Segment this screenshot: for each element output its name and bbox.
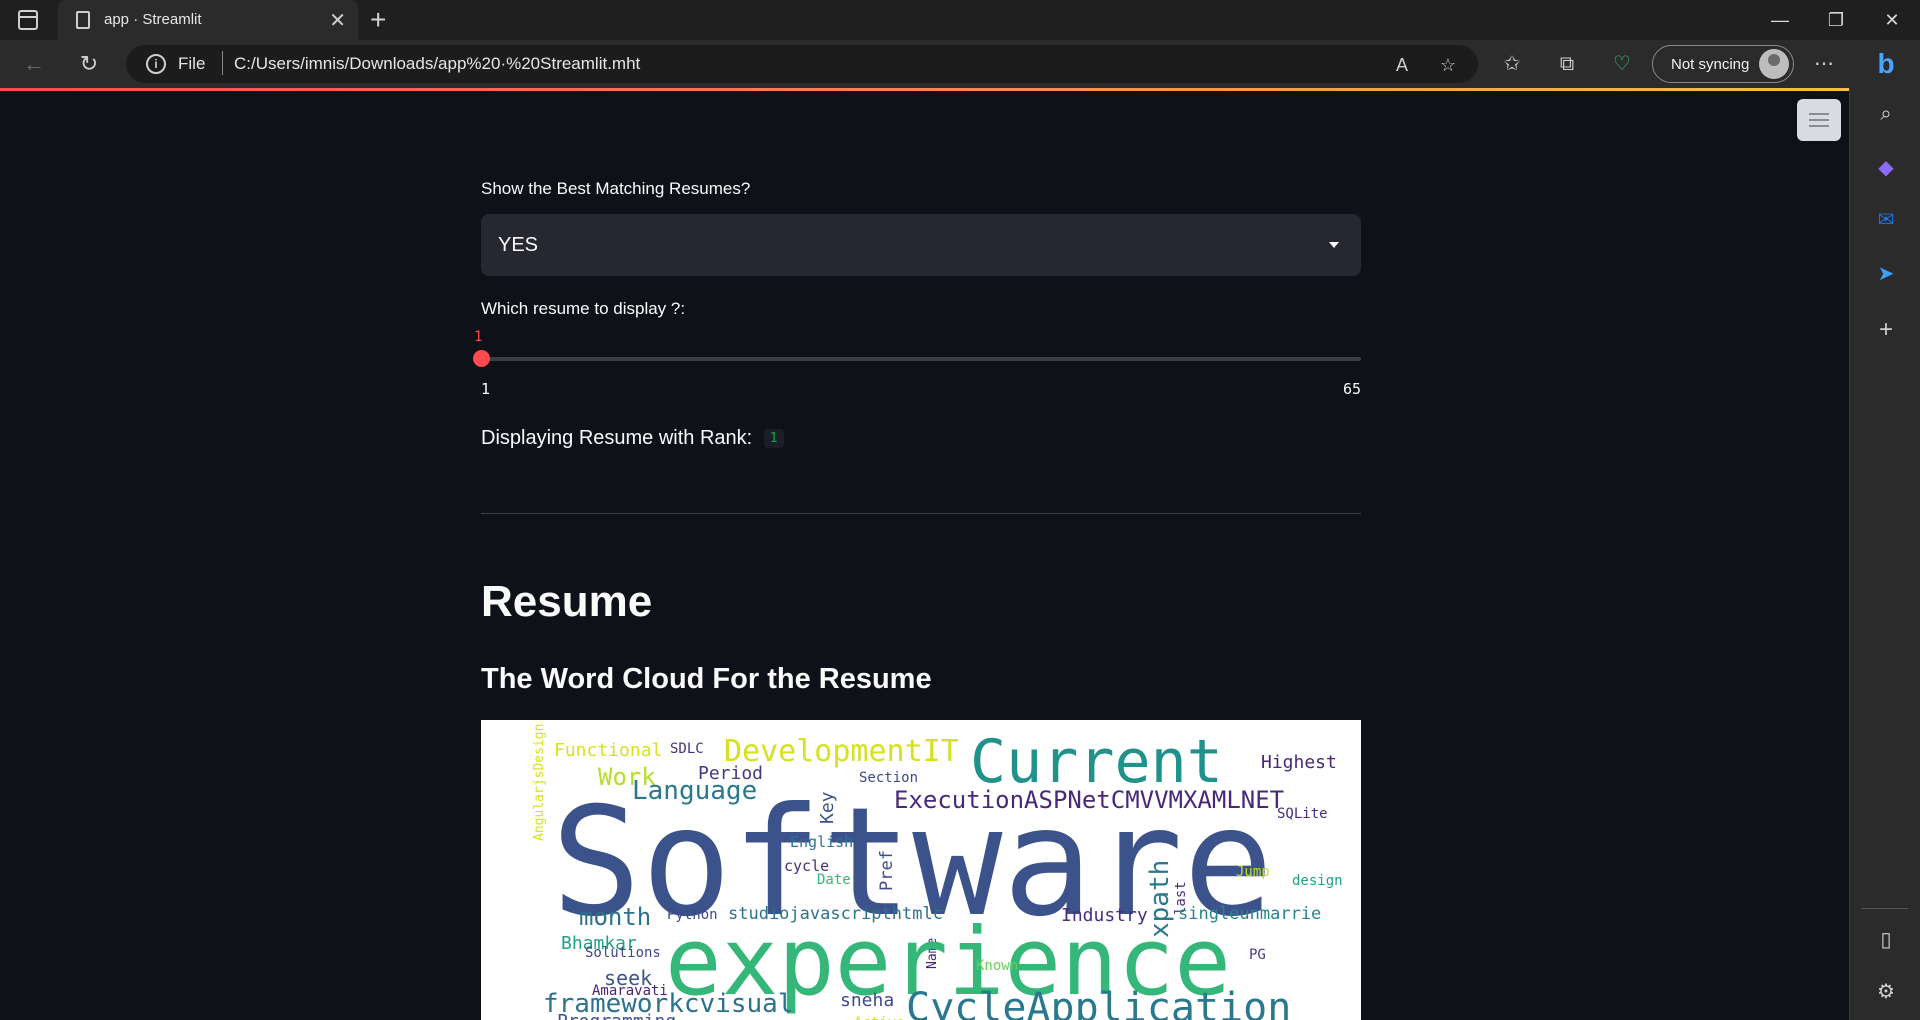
add-favorite-icon[interactable]: ☆ <box>1436 53 1460 77</box>
bing-copilot-icon[interactable]: b <box>1866 44 1906 84</box>
word-cloud-word: Date <box>817 872 851 888</box>
word-cloud-word: design <box>1292 873 1343 889</box>
tab-actions-icon[interactable] <box>18 10 38 30</box>
word-cloud-word: Functional <box>554 740 663 761</box>
rank-label: Displaying Resume with Rank: <box>481 427 753 449</box>
word-cloud-image: Functional SDLC DevelopmentIT Current Highes… <box>481 720 1361 1020</box>
favorites-icon[interactable]: ✩ <box>1496 48 1528 80</box>
restore-icon[interactable]: ❐ <box>1808 0 1864 40</box>
page-title: Resume <box>481 577 653 626</box>
collections-icon[interactable]: ⧉ <box>1551 48 1583 80</box>
word-cloud-word: Programming <box>557 1013 676 1020</box>
word-cloud-word: month <box>579 903 652 931</box>
slider-track[interactable] <box>481 357 1361 361</box>
browser-toolbar: ← ↻ i File C:/Users/imnis/Downloads/app%… <box>0 40 1920 88</box>
slider-thumb[interactable] <box>473 350 490 367</box>
word-cloud-word: SDLC <box>670 741 704 757</box>
word-cloud-word: Solutions <box>585 945 661 961</box>
slider-min: 1 <box>481 380 491 398</box>
info-icon[interactable]: i <box>146 54 166 74</box>
window-controls: — ❐ ✕ <box>1752 0 1920 40</box>
slider-label: Which resume to display ?: <box>481 299 686 318</box>
refresh-icon[interactable]: ↻ <box>73 48 105 80</box>
menu-icon <box>1809 113 1829 115</box>
word-cloud-word: Active <box>854 1016 905 1020</box>
word-cloud-word: PG <box>1249 947 1266 963</box>
browser-tab-strip: app · Streamlit ✕ + — ❐ ✕ <box>0 0 1920 40</box>
read-aloud-icon[interactable]: A <box>1390 53 1414 77</box>
profile-sync-button[interactable]: Not syncing <box>1652 45 1794 83</box>
word-cloud-word: CycleApplication <box>906 985 1292 1020</box>
streamlit-app: Show the Best Matching Resumes? YES Whic… <box>0 91 1849 1020</box>
address-scheme: File <box>178 54 206 73</box>
address-url[interactable]: C:/Users/imnis/Downloads/app%20·%20Strea… <box>234 54 640 74</box>
browser-tab[interactable]: app · Streamlit ✕ <box>58 0 358 40</box>
tab-title: app · Streamlit <box>104 11 202 28</box>
search-icon[interactable]: ⌕ <box>1870 98 1902 130</box>
minimize-icon[interactable]: — <box>1752 0 1808 40</box>
best-matching-select[interactable]: YES <box>481 214 1361 276</box>
address-separator <box>222 51 223 75</box>
browser-essentials-icon[interactable]: ♡ <box>1606 48 1638 80</box>
outlook-icon[interactable]: ✉ <box>1870 204 1902 236</box>
edge-sidebar: ⌕ ◆ ✉ ➤ + ▯ ⚙ <box>1849 88 1920 1020</box>
word-cloud-word: Known <box>976 958 1019 974</box>
sidebar-divider <box>1862 908 1908 909</box>
avatar-icon <box>1759 49 1789 79</box>
chevron-down-icon <box>1329 242 1339 248</box>
send-icon[interactable]: ➤ <box>1870 258 1902 290</box>
rank-line: Displaying Resume with Rank: 1 <box>481 427 784 450</box>
select-label: Show the Best Matching Resumes? <box>481 179 751 198</box>
hide-sidebar-icon[interactable]: ▯ <box>1870 924 1902 956</box>
word-cloud-word: English <box>790 833 854 851</box>
word-cloud-word: Pref <box>877 850 897 891</box>
word-cloud-word: AngularjsDesign <box>532 723 547 841</box>
word-cloud-word: Jump <box>1236 864 1270 880</box>
word-cloud-word: SQLite <box>1277 806 1328 822</box>
new-tab-icon[interactable]: + <box>370 4 386 36</box>
page-icon <box>76 11 90 29</box>
back-icon[interactable]: ← <box>18 48 50 80</box>
more-options-icon[interactable]: ⋯ <box>1808 48 1840 80</box>
slider-current-value: 1 <box>474 329 483 345</box>
sync-label: Not syncing <box>1671 56 1750 73</box>
address-bar[interactable]: i File C:/Users/imnis/Downloads/app%20·%… <box>126 45 1478 83</box>
close-tab-icon[interactable]: ✕ <box>329 8 346 33</box>
copilot-icon[interactable]: ◆ <box>1870 152 1902 184</box>
select-value: YES <box>498 234 539 256</box>
settings-gear-icon[interactable]: ⚙ <box>1870 976 1902 1008</box>
add-sidebar-app-icon[interactable]: + <box>1870 314 1902 346</box>
slider-max: 65 <box>1342 380 1361 398</box>
main-menu-button[interactable] <box>1797 99 1841 141</box>
word-cloud-word: sneha <box>840 990 895 1011</box>
word-cloud-word: Highest <box>1261 752 1337 773</box>
section-title: The Word Cloud For the Resume <box>481 663 932 695</box>
divider <box>481 513 1361 514</box>
rank-value: 1 <box>763 429 784 449</box>
close-window-icon[interactable]: ✕ <box>1864 0 1920 40</box>
